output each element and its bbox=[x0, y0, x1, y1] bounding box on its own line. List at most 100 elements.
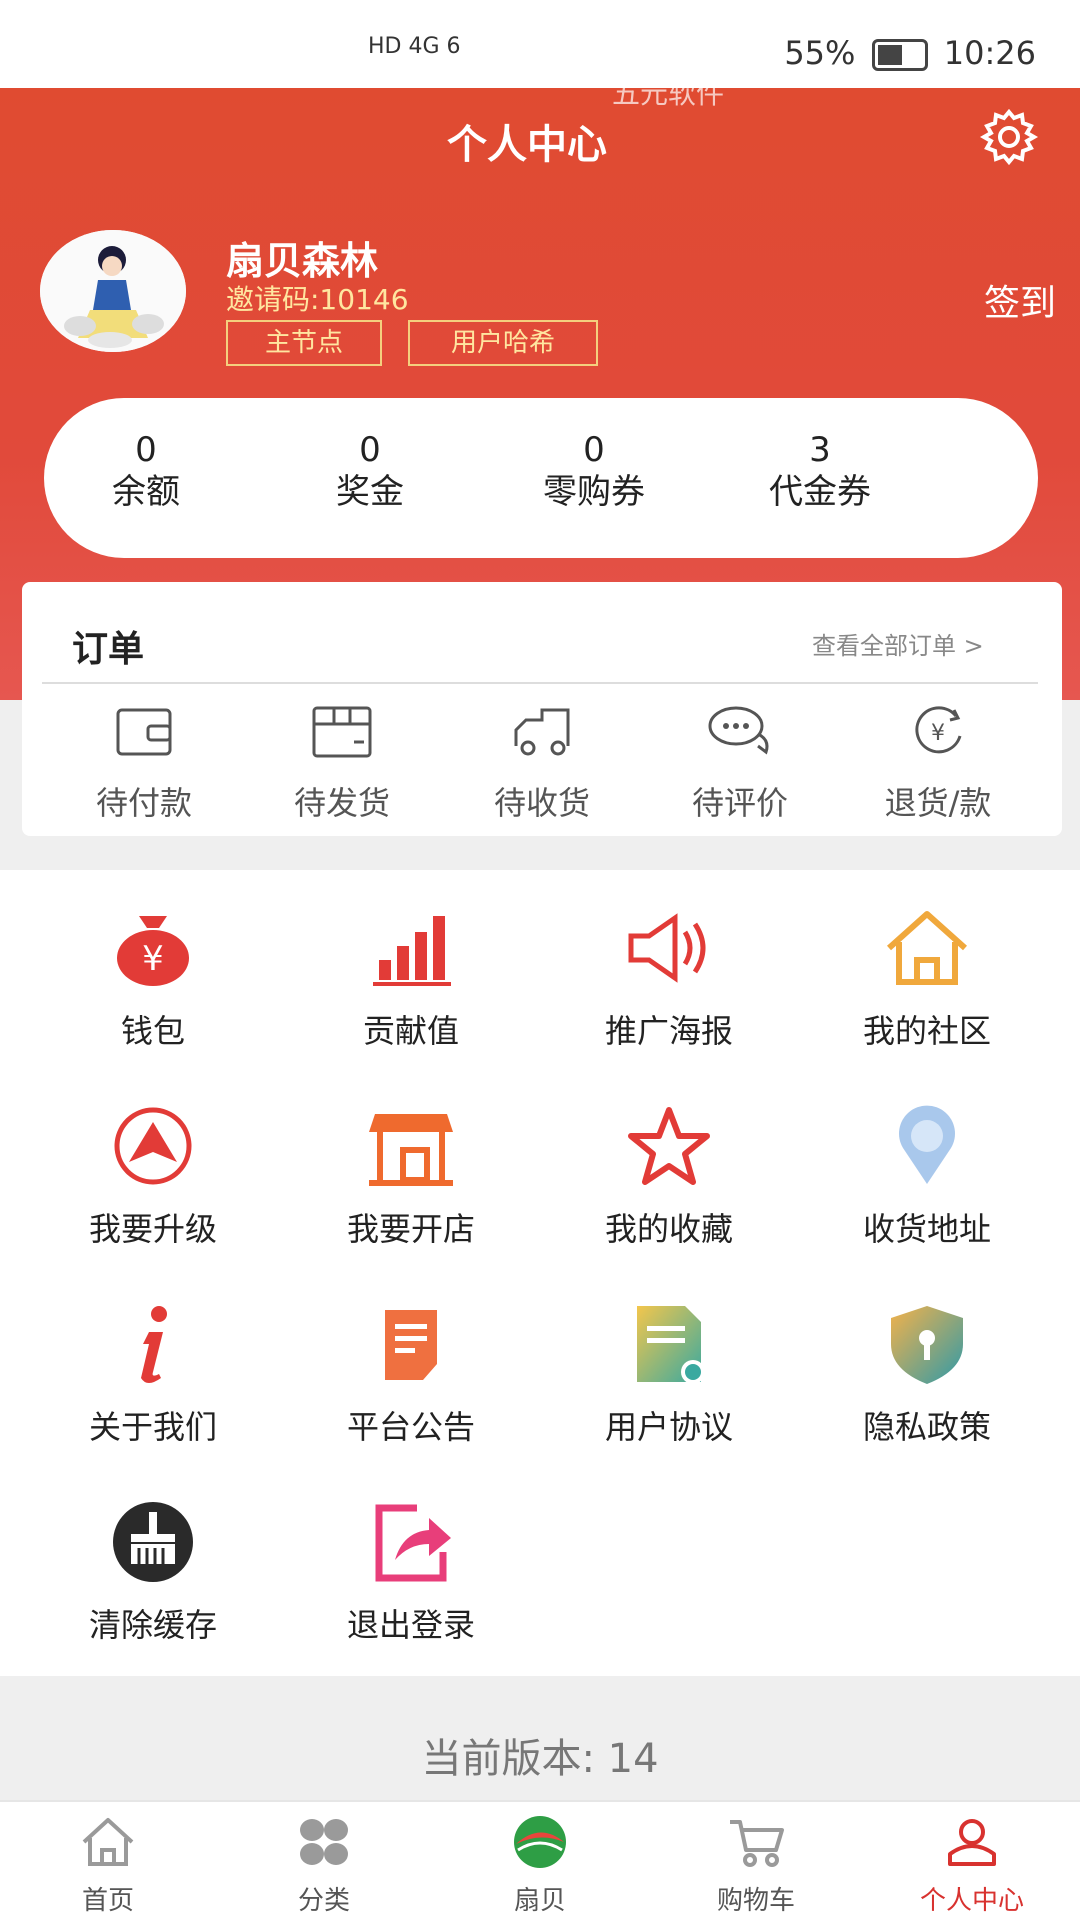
menu-privacy[interactable]: 隐私政策 bbox=[798, 1302, 1056, 1448]
menu-label: 平台公告 bbox=[346, 1408, 475, 1446]
order-label: 待付款 bbox=[95, 784, 192, 822]
order-pending-receive[interactable]: 待收货 bbox=[442, 702, 642, 824]
comment-icon bbox=[708, 706, 769, 755]
signal-indicator: HD 4G 6 bbox=[368, 34, 461, 59]
page-title: 个人中心 bbox=[447, 122, 607, 168]
settings-button[interactable] bbox=[978, 106, 1040, 168]
tab-label: 个人中心 bbox=[919, 1886, 1024, 1916]
stat-bonus[interactable]: 0 奖金 bbox=[270, 430, 470, 514]
svg-text:¥: ¥ bbox=[931, 721, 945, 746]
menu-contribution[interactable]: 贡献值 bbox=[282, 906, 540, 1052]
tab-category[interactable]: 分类 bbox=[234, 1814, 414, 1917]
menu-favorites[interactable]: 我的收藏 bbox=[540, 1104, 798, 1250]
stat-label: 代金券 bbox=[769, 472, 871, 512]
menu-label: 用户协议 bbox=[604, 1408, 733, 1446]
refund-icon: ¥ bbox=[915, 706, 962, 754]
clock: 10:26 bbox=[943, 34, 1036, 72]
order-label: 待评价 bbox=[691, 784, 788, 822]
broom-icon bbox=[113, 1502, 193, 1582]
menu-upgrade[interactable]: 我要升级 bbox=[24, 1104, 282, 1250]
view-all-orders-link[interactable]: 查看全部订单 > bbox=[812, 626, 984, 661]
order-label: 退货/款 bbox=[884, 784, 992, 822]
tag-user-hash[interactable]: 用户哈希 bbox=[408, 320, 598, 366]
menu-about[interactable]: 关于我们 bbox=[24, 1302, 282, 1448]
notice-icon bbox=[385, 1310, 437, 1380]
menu-poster[interactable]: 推广海报 bbox=[540, 906, 798, 1052]
stat-zero-coupon[interactable]: 0 零购券 bbox=[494, 430, 694, 514]
menu-label: 推广海报 bbox=[604, 1012, 733, 1050]
user-icon bbox=[948, 1819, 996, 1866]
tab-home[interactable]: 首页 bbox=[18, 1814, 198, 1917]
stat-balance[interactable]: 0 余额 bbox=[46, 430, 246, 514]
cart-icon bbox=[730, 1820, 784, 1867]
status-right: 55% 10:26 bbox=[784, 34, 1036, 72]
stat-value: 3 bbox=[809, 430, 831, 470]
divider bbox=[42, 682, 1038, 684]
money-bag-icon: ¥ bbox=[117, 916, 189, 986]
logout-icon bbox=[375, 1504, 451, 1582]
menu-announcement[interactable]: 平台公告 bbox=[282, 1302, 540, 1448]
tag-main-node[interactable]: 主节点 bbox=[226, 320, 382, 366]
menu-label: 关于我们 bbox=[88, 1408, 217, 1446]
star-icon bbox=[628, 1107, 710, 1185]
avatar[interactable] bbox=[40, 230, 186, 352]
store-icon bbox=[369, 1114, 453, 1186]
order-refund[interactable]: ¥ 退货/款 bbox=[838, 702, 1038, 824]
stat-value: 0 bbox=[583, 430, 605, 470]
shanbei-logo-icon bbox=[514, 1816, 566, 1868]
menu-label: 清除缓存 bbox=[88, 1606, 217, 1644]
order-label: 待发货 bbox=[293, 784, 390, 822]
tab-profile[interactable]: 个人中心 bbox=[882, 1814, 1062, 1917]
menu-label: 隐私政策 bbox=[862, 1408, 991, 1446]
category-icon bbox=[300, 1819, 348, 1865]
stat-value: 0 bbox=[135, 430, 157, 470]
order-pending-review[interactable]: 待评价 bbox=[640, 702, 840, 824]
truck-icon bbox=[514, 708, 570, 756]
stat-value: 0 bbox=[359, 430, 381, 470]
upgrade-icon bbox=[114, 1107, 192, 1185]
tab-label: 扇贝 bbox=[513, 1886, 566, 1916]
stat-label: 零购券 bbox=[543, 472, 645, 512]
feature-grid: ¥ 钱包 贡献值 推广海报 我的社区 我要升级 我要开店 我的收藏 收货地址 关… bbox=[0, 870, 1080, 1676]
menu-label: 贡献值 bbox=[362, 1012, 459, 1050]
menu-user-agreement[interactable]: 用户协议 bbox=[540, 1302, 798, 1448]
menu-label: 我要升级 bbox=[88, 1210, 217, 1248]
stat-voucher[interactable]: 3 代金券 bbox=[720, 430, 920, 514]
bar-chart-icon bbox=[373, 916, 451, 986]
menu-label: 我的收藏 bbox=[604, 1210, 733, 1248]
watermark: 五元软件 bbox=[612, 77, 725, 110]
order-label: 待收货 bbox=[493, 784, 590, 822]
tab-cart[interactable]: 购物车 bbox=[666, 1814, 846, 1917]
menu-label: 钱包 bbox=[120, 1012, 185, 1050]
tab-shanbei[interactable]: 扇贝 bbox=[450, 1814, 630, 1917]
svg-text:¥: ¥ bbox=[142, 939, 164, 979]
order-pending-payment[interactable]: 待付款 bbox=[44, 702, 244, 824]
stat-label: 奖金 bbox=[336, 472, 404, 512]
home-tab-icon bbox=[82, 1818, 134, 1866]
menu-clear-cache[interactable]: 清除缓存 bbox=[24, 1500, 282, 1646]
menu-open-store[interactable]: 我要开店 bbox=[282, 1104, 540, 1250]
bottom-tab-bar: 首页 分类 扇贝 购物车 个人中心 bbox=[0, 1800, 1080, 1922]
stat-label: 余额 bbox=[112, 472, 180, 512]
shield-lock-icon bbox=[891, 1306, 963, 1384]
version-text: 当前版本: 14 bbox=[421, 1736, 659, 1782]
menu-logout[interactable]: 退出登录 bbox=[282, 1500, 540, 1646]
menu-wallet[interactable]: ¥ 钱包 bbox=[24, 906, 282, 1052]
menu-label: 我要开店 bbox=[346, 1210, 475, 1248]
tab-label: 首页 bbox=[81, 1886, 134, 1916]
menu-label: 我的社区 bbox=[862, 1012, 991, 1050]
menu-label: 退出登录 bbox=[346, 1606, 475, 1644]
battery-percent: 55% bbox=[784, 34, 856, 72]
agreement-icon bbox=[637, 1306, 705, 1384]
gear-icon bbox=[979, 108, 1039, 166]
menu-address[interactable]: 收货地址 bbox=[798, 1104, 1056, 1250]
menu-community[interactable]: 我的社区 bbox=[798, 906, 1056, 1052]
location-pin-icon bbox=[899, 1105, 955, 1184]
orders-title: 订单 bbox=[72, 629, 145, 670]
battery-icon bbox=[871, 39, 928, 71]
checkin-button[interactable]: 签到 bbox=[984, 274, 1056, 326]
wallet-icon bbox=[116, 708, 172, 756]
orders-card: 订单 查看全部订单 > 待付款 待发货 待收货 待评价 ¥ 退货/款 bbox=[22, 582, 1062, 836]
status-bar: HD 4G 6 55% 10:26 bbox=[0, 0, 1080, 88]
order-pending-ship[interactable]: 待发货 bbox=[242, 702, 442, 824]
